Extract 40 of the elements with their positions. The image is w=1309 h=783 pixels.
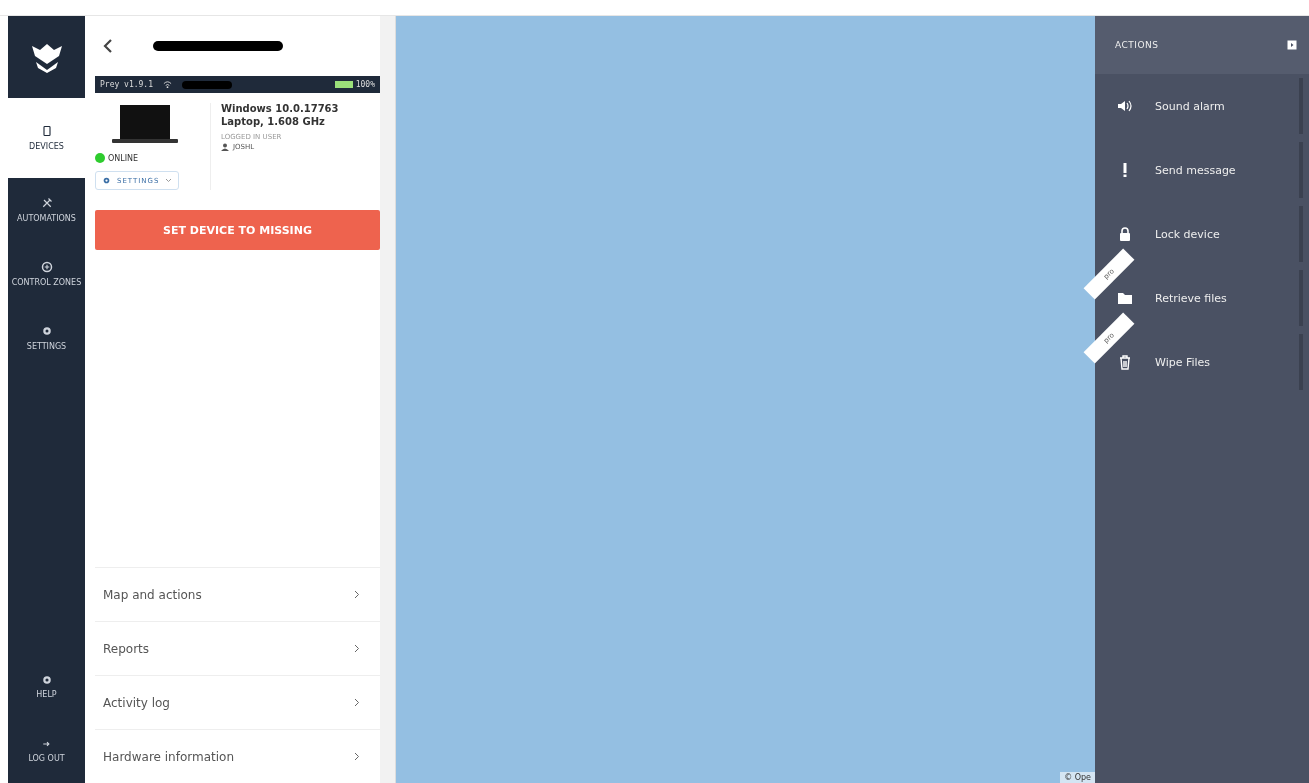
map[interactable]: © Ope xyxy=(396,16,1095,783)
tools-icon xyxy=(40,197,53,209)
chevron-right-icon xyxy=(354,698,360,707)
chevron-down-icon xyxy=(165,178,173,183)
redaction-bar xyxy=(182,80,232,89)
speaker-icon xyxy=(1117,98,1133,114)
os-version: Windows 10.0.17763 xyxy=(221,103,339,114)
trash-icon xyxy=(1117,354,1133,370)
back-icon[interactable] xyxy=(103,39,113,53)
nav-item[interactable]: SETTINGS xyxy=(8,306,85,370)
settings-icon xyxy=(102,176,111,185)
nav-item[interactable]: AUTOMATIONS xyxy=(8,178,85,242)
action-item[interactable]: Sound alarm xyxy=(1095,78,1303,134)
nav-item[interactable]: HELP xyxy=(8,655,85,719)
battery-icon xyxy=(334,81,353,88)
nav-item[interactable]: CONTROL ZONES xyxy=(8,242,85,306)
laptop-icon xyxy=(110,103,180,145)
scrollbar[interactable] xyxy=(380,16,395,783)
tablet-icon xyxy=(40,125,53,137)
zone-icon xyxy=(40,261,53,273)
map-attribution: © Ope xyxy=(1060,772,1095,783)
wifi-icon xyxy=(163,80,172,89)
lock-icon xyxy=(1117,226,1133,242)
user-icon xyxy=(221,143,229,151)
status-label: ONLINE xyxy=(108,153,139,163)
help-icon xyxy=(41,675,52,685)
nav-item[interactable]: LOG OUT xyxy=(8,719,85,783)
folder-icon xyxy=(1117,290,1133,306)
action-item[interactable]: Send message xyxy=(1095,142,1303,198)
chevron-right-icon xyxy=(354,590,360,599)
nav-item[interactable]: DEVICES xyxy=(8,98,85,178)
logout-icon xyxy=(41,739,52,749)
chevron-right-icon xyxy=(354,752,360,761)
settings-icon xyxy=(40,325,53,337)
panel-title: ACTIONS xyxy=(1115,40,1159,50)
chevron-right-icon xyxy=(354,644,360,653)
device-model: Laptop, 1.608 GHz xyxy=(221,116,326,127)
collapse-icon[interactable] xyxy=(1287,40,1297,50)
battery-percent: 100% xyxy=(355,80,375,89)
agent-version: Prey v1.9.1 xyxy=(100,80,153,89)
